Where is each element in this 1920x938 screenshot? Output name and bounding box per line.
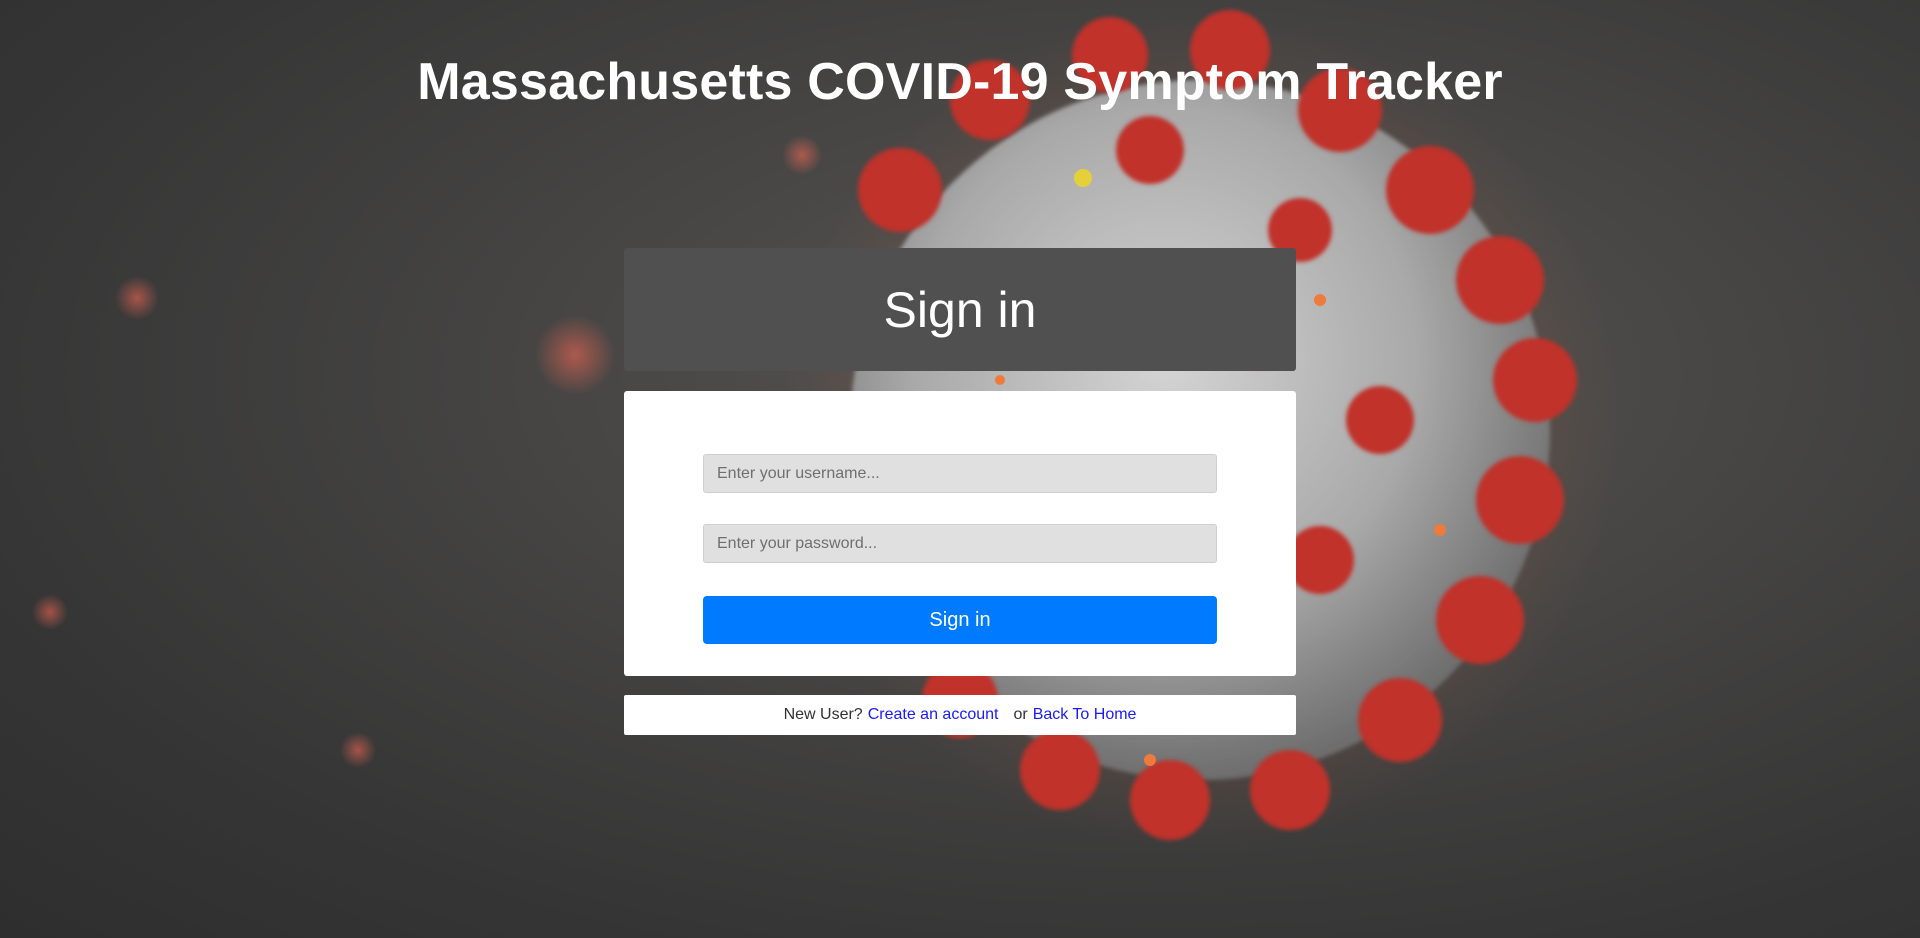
- signin-heading: Sign in: [883, 281, 1037, 338]
- create-account-link[interactable]: Create an account: [868, 706, 999, 724]
- signup-footer: New User? Create an account or Back To H…: [624, 695, 1296, 735]
- signin-form: Sign in: [624, 391, 1296, 676]
- new-user-text: New User?: [783, 706, 863, 723]
- back-home-link[interactable]: Back To Home: [1033, 706, 1137, 724]
- signin-button[interactable]: Sign in: [703, 596, 1217, 644]
- password-input[interactable]: [703, 524, 1217, 563]
- signin-header: Sign in: [624, 248, 1296, 371]
- page-title: Massachusetts COVID-19 Symptom Tracker: [417, 53, 1503, 111]
- username-input[interactable]: [703, 454, 1217, 493]
- or-text: or: [1013, 706, 1028, 723]
